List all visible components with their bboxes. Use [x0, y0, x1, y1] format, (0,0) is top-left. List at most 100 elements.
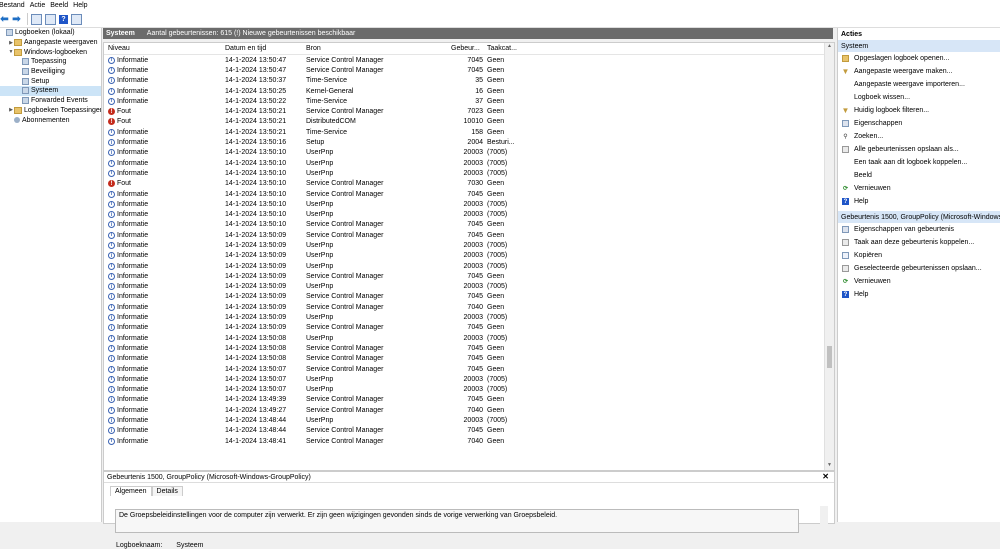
action-vernieuwen[interactable]: ⟳ Vernieuwen	[838, 182, 1000, 195]
show-hide-actions-icon[interactable]	[71, 13, 82, 25]
action-eigenschappen-van-gebeurtenis[interactable]: Eigenschappen van gebeurtenis	[838, 223, 1000, 236]
detail-scrollbar[interactable]	[820, 506, 828, 546]
table-row[interactable]: i Informatie 14-1-2024 13:48:44 UserPnp 2000…	[104, 415, 834, 425]
tree-node-beveiliging[interactable]: Beveiliging	[0, 67, 101, 77]
table-row[interactable]: i Informatie 14-1-2024 13:50:09 UserPnp 2000…	[104, 240, 834, 250]
table-row[interactable]: i Informatie 14-1-2024 13:50:08 UserPnp 2000…	[104, 333, 834, 343]
action-een-taak-aan-dit-logboek-koppelen[interactable]: Een taak aan dit logboek koppelen...	[838, 156, 1000, 169]
action-kopi-ren[interactable]: Kopiëren	[838, 249, 1000, 262]
table-row[interactable]: ! Fout 14-1-2024 13:50:21 DistributedCOM 100…	[104, 117, 834, 127]
cell-task-category: Geen	[487, 272, 505, 280]
action-aangepaste-weergave-importeren[interactable]: Aangepaste weergave importeren...	[838, 78, 1000, 91]
table-row[interactable]: i Informatie 14-1-2024 13:50:10 Service Con…	[104, 189, 834, 199]
scroll-up-icon[interactable]: ▲	[825, 43, 834, 51]
table-row[interactable]: i Informatie 14-1-2024 13:50:09 UserPnp 2000…	[104, 261, 834, 271]
action-help[interactable]: ? Help	[838, 288, 1000, 301]
action-logboek-wissen[interactable]: Logboek wissen...	[838, 91, 1000, 104]
table-row[interactable]: i Informatie 14-1-2024 13:50:10 UserPnp 2000…	[104, 158, 834, 168]
toolbar-separator	[27, 13, 28, 25]
table-row[interactable]: ! Fout 14-1-2024 13:50:21 Service Control M…	[104, 106, 834, 116]
actions-section-log[interactable]: Systeem	[838, 40, 1000, 52]
table-row[interactable]: i Informatie 14-1-2024 13:50:09 UserPnp 2000…	[104, 282, 834, 292]
table-row[interactable]: i Informatie 14-1-2024 13:48:41 Service Con…	[104, 436, 834, 446]
table-row[interactable]: i Informatie 14-1-2024 13:50:09 Service Con…	[104, 302, 834, 312]
menu-bestand[interactable]: Bestand	[0, 2, 30, 9]
back-arrow-icon[interactable]: ⬅	[0, 14, 9, 25]
action-geselecteerde-gebeurtenissen-opslaan[interactable]: Geselecteerde gebeurtenissen opslaan...	[838, 262, 1000, 275]
column-header-level[interactable]: Niveau	[104, 45, 225, 52]
tree-node-logboeken-toepassingen-en[interactable]: ▶Logboeken Toepassingen en	[0, 106, 101, 116]
table-row[interactable]: i Informatie 14-1-2024 13:50:08 Service Con…	[104, 343, 834, 353]
action-beeld[interactable]: Beeld	[838, 169, 1000, 182]
table-row[interactable]: i Informatie 14-1-2024 13:48:44 Service Con…	[104, 426, 834, 436]
level-text: Informatie	[117, 314, 149, 322]
table-row[interactable]: i Informatie 14-1-2024 13:50:09 Service Con…	[104, 323, 834, 333]
table-row[interactable]: i Informatie 14-1-2024 13:50:09 Service Con…	[104, 292, 834, 302]
tree-node-logboeken-lokaal-[interactable]: Logboeken (lokaal)	[0, 28, 101, 38]
forward-arrow-icon[interactable]: ➡	[12, 14, 21, 25]
cell-task-category: Besturi...	[487, 139, 515, 147]
table-row[interactable]: i Informatie 14-1-2024 13:50:10 UserPnp 2000…	[104, 199, 834, 209]
level-text: Informatie	[117, 324, 149, 332]
action-vernieuwen[interactable]: ⟳ Vernieuwen	[838, 275, 1000, 288]
tree-node-forwarded-events[interactable]: Forwarded Events	[0, 96, 101, 106]
show-hide-tree-icon[interactable]	[45, 13, 56, 25]
table-row[interactable]: ! Fout 14-1-2024 13:50:10 Service Control M…	[104, 179, 834, 189]
event-message-box[interactable]: De Groepsbeleidinstellingen voor de comp…	[115, 509, 799, 533]
close-icon[interactable]: ✕	[822, 472, 829, 481]
cell-task-category: (7005)	[487, 159, 508, 167]
table-row[interactable]: i Informatie 14-1-2024 13:50:37 Time-Servic…	[104, 76, 834, 86]
help-icon[interactable]: ?	[59, 14, 68, 24]
table-row[interactable]: i Informatie 14-1-2024 13:50:09 UserPnp 2000…	[104, 251, 834, 261]
column-header-source[interactable]: Bron	[306, 45, 451, 52]
cell-level: i Informatie	[104, 97, 225, 105]
vertical-scrollbar[interactable]: ▲ ▼	[824, 43, 834, 470]
table-row[interactable]: i Informatie 14-1-2024 13:50:10 UserPnp 2000…	[104, 209, 834, 219]
tree-node-abonnementen[interactable]: Abonnementen	[0, 115, 101, 125]
table-row[interactable]: i Informatie 14-1-2024 13:50:16 Setup 2004 Be…	[104, 137, 834, 147]
action-opgeslagen-logboek-openen[interactable]: Opgeslagen logboek openen...	[838, 52, 1000, 65]
table-row[interactable]: i Informatie 14-1-2024 13:50:10 UserPnp 2000…	[104, 148, 834, 158]
action-aangepaste-weergave-maken[interactable]: ▼ Aangepaste weergave maken...	[838, 65, 1000, 78]
action-eigenschappen[interactable]: Eigenschappen	[838, 117, 1000, 130]
action-alle-gebeurtenissen-opslaan-als[interactable]: Alle gebeurtenissen opslaan als...	[838, 143, 1000, 156]
tab-details[interactable]: Details	[151, 486, 183, 496]
tree-node-aangepaste-weergaven[interactable]: ▶ Aangepaste weergaven	[0, 38, 101, 48]
table-row[interactable]: i Informatie 14-1-2024 13:50:10 UserPnp 2000…	[104, 168, 834, 178]
table-row[interactable]: i Informatie 14-1-2024 13:50:09 Service Con…	[104, 230, 834, 240]
action-huidig-logboek-filteren[interactable]: ▼ Huidig logboek filteren...	[838, 104, 1000, 117]
menu-help[interactable]: Help	[73, 2, 92, 9]
menu-actie[interactable]: Actie	[30, 2, 51, 9]
action-zoeken[interactable]: ⚲ Zoeken...	[838, 130, 1000, 143]
column-header-event-id[interactable]: Gebeur...	[451, 45, 487, 52]
table-row[interactable]: i Informatie 14-1-2024 13:50:09 Service Con…	[104, 271, 834, 281]
cell-level: i Informatie	[104, 231, 225, 239]
table-row[interactable]: i Informatie 14-1-2024 13:50:08 Service Con…	[104, 354, 834, 364]
table-row[interactable]: i Informatie 14-1-2024 13:50:10 Service Con…	[104, 220, 834, 230]
table-row[interactable]: i Informatie 14-1-2024 13:50:07 UserPnp 2000…	[104, 374, 834, 384]
action-help[interactable]: ? Help	[838, 195, 1000, 208]
table-row[interactable]: i Informatie 14-1-2024 13:50:07 UserPnp 2000…	[104, 385, 834, 395]
scroll-thumb[interactable]	[827, 346, 832, 368]
scroll-down-icon[interactable]: ▼	[825, 462, 834, 470]
tab-general[interactable]: Algemeen	[110, 486, 152, 496]
table-row[interactable]: i Informatie 14-1-2024 13:50:22 Time-Servic…	[104, 96, 834, 106]
table-row[interactable]: i Informatie 14-1-2024 13:50:07 Service Con…	[104, 364, 834, 374]
tree-node-setup[interactable]: Setup	[0, 76, 101, 86]
table-row[interactable]: i Informatie 14-1-2024 13:50:47 Service Con…	[104, 55, 834, 65]
table-row[interactable]: i Informatie 14-1-2024 13:50:47 Service Con…	[104, 65, 834, 75]
column-header-datetime[interactable]: Datum en tijd	[225, 45, 306, 52]
tree-node-toepassing[interactable]: Toepassing	[0, 57, 101, 67]
table-row[interactable]: i Informatie 14-1-2024 13:49:39 Service Con…	[104, 395, 834, 405]
table-row[interactable]: i Informatie 14-1-2024 13:50:09 UserPnp 2000…	[104, 312, 834, 322]
action-taak-aan-deze-gebeurtenis-koppelen[interactable]: Taak aan deze gebeurtenis koppelen...	[838, 236, 1000, 249]
table-row[interactable]: i Informatie 14-1-2024 13:50:21 Time-Servic…	[104, 127, 834, 137]
folder-up-icon[interactable]	[31, 13, 42, 25]
tree-node-systeem[interactable]: Systeem	[0, 86, 101, 96]
table-row[interactable]: i Informatie 14-1-2024 13:49:27 Service Con…	[104, 405, 834, 415]
menu-beeld[interactable]: Beeld	[50, 2, 73, 9]
column-header-task-category[interactable]: Taakcat...	[487, 45, 527, 52]
actions-section-event[interactable]: Gebeurtenis 1500, GroupPolicy (Microsoft…	[838, 211, 1000, 223]
table-row[interactable]: i Informatie 14-1-2024 13:50:25 Kernel-Gene…	[104, 86, 834, 96]
tree-node-windows-logboeken[interactable]: ▼ Windows-logboeken	[0, 47, 101, 57]
